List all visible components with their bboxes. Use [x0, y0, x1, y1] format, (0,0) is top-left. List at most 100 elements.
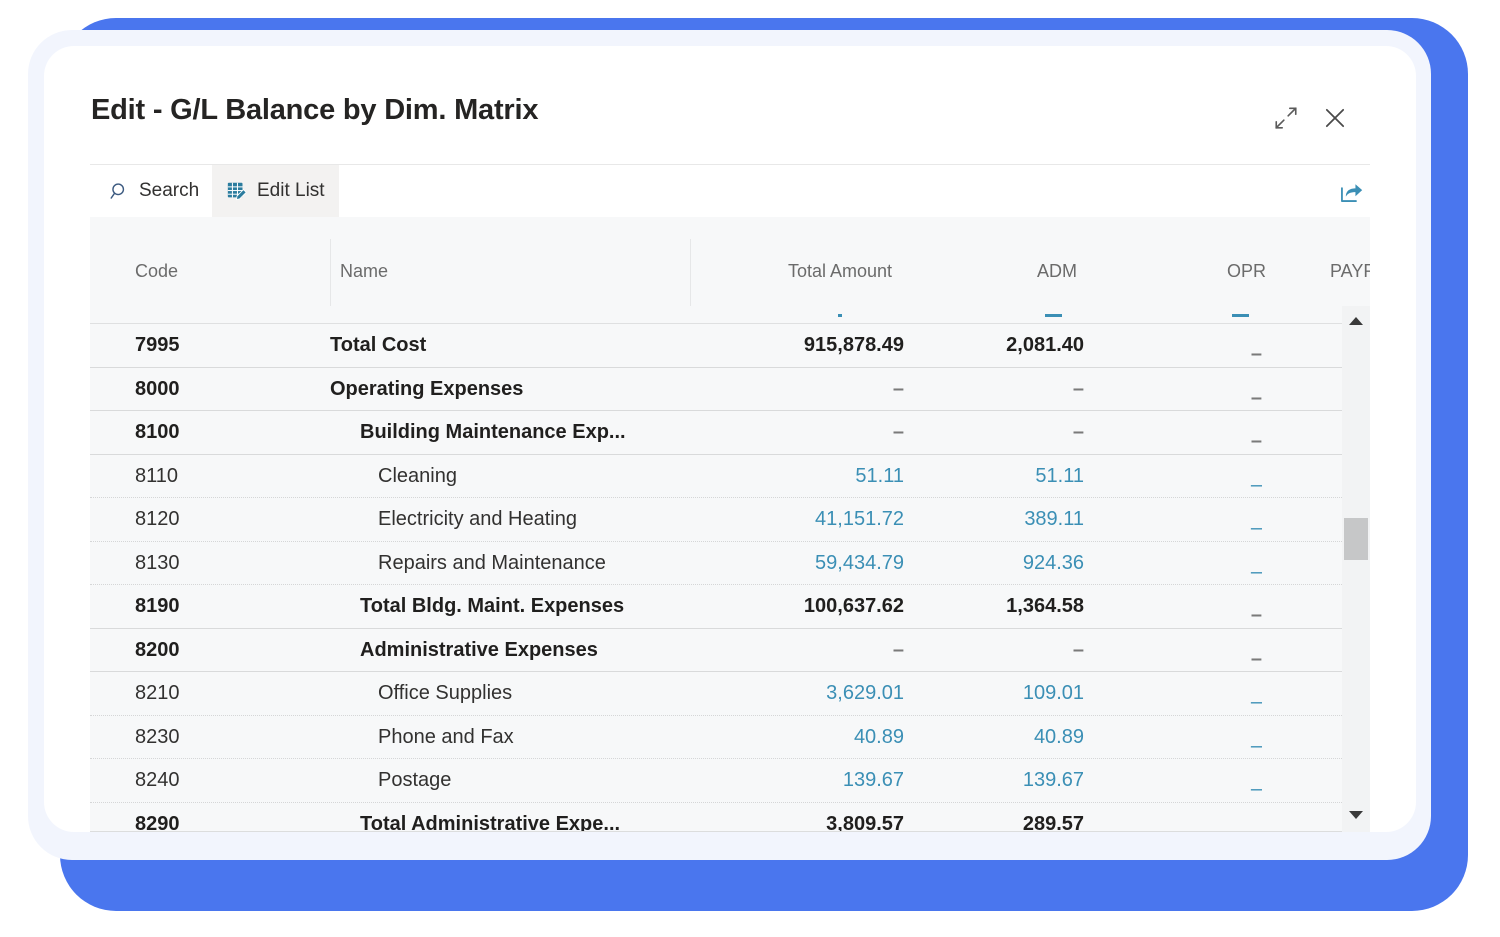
- cell-adm: 289.57: [1022, 812, 1084, 833]
- grid-header-divider: [90, 323, 1370, 324]
- cell-opr: –: [1250, 430, 1262, 452]
- table-row[interactable]: 8190 Total Bldg. Maint. Expenses 100,637.6…: [90, 585, 1370, 629]
- cell-adm: 2,081.40: [1006, 334, 1084, 356]
- grid-rows: 7995 Total Cost 915,878.49 2,081.40 – 8000 Ope…: [90, 324, 1370, 832]
- cell-opr[interactable]: –: [1092, 759, 1276, 802]
- cell-total[interactable]: 51.11: [690, 455, 912, 498]
- table-row[interactable]: 7995 Total Cost 915,878.49 2,081.40 –: [90, 324, 1370, 368]
- close-icon[interactable]: [1315, 98, 1355, 138]
- expand-diagonal-icon[interactable]: [1266, 98, 1306, 138]
- cell-total: 3,809.57: [826, 812, 904, 833]
- column-header-opr[interactable]: OPR: [1227, 261, 1266, 282]
- command-toolbar: Search Edit List: [90, 164, 1370, 218]
- cell-code: 8110: [135, 464, 179, 487]
- page-title: Edit - G/L Balance by Dim. Matrix: [91, 94, 539, 126]
- cell-opr[interactable]: –: [1092, 455, 1276, 498]
- edit-list-button[interactable]: Edit List: [212, 165, 339, 217]
- cell-name: Building Maintenance Exp...: [360, 421, 626, 443]
- column-separator: [330, 239, 331, 306]
- cell-name: Cleaning: [378, 464, 457, 487]
- cell-adm[interactable]: 924.36: [912, 542, 1092, 585]
- table-row[interactable]: 8200 Administrative Expenses – – –: [90, 628, 1370, 672]
- scroll-down-arrow-icon[interactable]: [1342, 804, 1370, 826]
- cell-total: –: [892, 421, 904, 443]
- cell-name: Postage: [378, 769, 452, 791]
- column-separator: [690, 239, 691, 306]
- cell-total[interactable]: 3,629.01: [690, 672, 912, 715]
- window-titlebar: Edit - G/L Balance by Dim. Matrix: [44, 46, 1416, 156]
- matrix-grid: Code Name Total Amount ADM OPR PAYROLL 7…: [90, 217, 1370, 832]
- cell-code: 8230: [135, 725, 180, 748]
- table-row[interactable]: 8000 Operating Expenses – – –: [90, 367, 1370, 411]
- cell-opr: –: [1250, 386, 1262, 409]
- edit-list-icon: [226, 180, 248, 202]
- table-row[interactable]: 8110 Cleaning 51.11 51.11–: [90, 454, 1370, 498]
- cell-adm[interactable]: 40.89: [912, 716, 1092, 759]
- table-row[interactable]: 8130 Repairs and Maintenance 59,434.79 924.…: [90, 541, 1370, 585]
- cell-opr: –: [1250, 647, 1262, 670]
- table-row[interactable]: 8240 Postage 139.67 139.67–: [90, 759, 1370, 803]
- cell-code: 7995: [135, 334, 180, 356]
- cell-name: Office Supplies: [378, 682, 513, 704]
- cell-code: 8000: [135, 377, 180, 400]
- cell-total: –: [892, 377, 904, 400]
- cell-name: Total Administrative Expe...: [360, 812, 621, 833]
- share-export-icon[interactable]: [1334, 174, 1368, 208]
- cell-total[interactable]: 40.89: [690, 716, 912, 759]
- cell-code: 8100: [135, 421, 180, 443]
- cell-opr[interactable]: –: [1092, 716, 1276, 759]
- table-row[interactable]: 8120 Electricity and Heating 41,151.72 389.…: [90, 498, 1370, 542]
- edit-list-label: Edit List: [257, 180, 325, 201]
- search-button[interactable]: Search: [94, 165, 213, 217]
- cell-total: 915,878.49: [803, 334, 904, 356]
- cell-name: Total Cost: [330, 334, 427, 356]
- cell-name: Phone and Fax: [378, 725, 514, 748]
- cell-adm: –: [1072, 421, 1084, 443]
- cell-opr[interactable]: –: [1092, 542, 1276, 585]
- column-header-name[interactable]: Name: [340, 261, 388, 282]
- cell-name: Total Bldg. Maint. Expenses: [360, 595, 625, 617]
- cell-adm[interactable]: 51.11: [912, 455, 1092, 498]
- cell-name: Electricity and Heating: [378, 508, 577, 530]
- scroll-up-arrow-icon[interactable]: [1342, 310, 1370, 332]
- screenshot-stage: Edit - G/L Balance by Dim. Matrix Search…: [0, 0, 1500, 937]
- cell-code: 8130: [135, 551, 180, 574]
- clipped-row-above: [90, 306, 1370, 324]
- column-header-adm[interactable]: ADM: [1037, 261, 1077, 282]
- cell-opr[interactable]: –: [1092, 498, 1276, 541]
- cell-adm: 1,364.58: [1006, 595, 1084, 617]
- cell-opr: –: [1250, 604, 1262, 626]
- column-header-payroll[interactable]: PAYROLL: [1330, 261, 1370, 282]
- cell-total[interactable]: 59,434.79: [690, 542, 912, 585]
- clipped-value-adm: [1045, 306, 1062, 317]
- cell-adm: –: [1072, 377, 1084, 400]
- cell-code: 8210: [135, 682, 180, 704]
- table-row[interactable]: 8100 Building Maintenance Exp... – – –: [90, 411, 1370, 455]
- edit-dialog-window: Edit - G/L Balance by Dim. Matrix Search…: [44, 46, 1416, 832]
- cell-code: 8290: [135, 812, 180, 833]
- column-header-code[interactable]: Code: [135, 261, 178, 282]
- table-row[interactable]: 8210 Office Supplies 3,629.01 109.01–: [90, 672, 1370, 716]
- cell-adm[interactable]: 389.11: [912, 498, 1092, 541]
- scroll-thumb[interactable]: [1344, 518, 1368, 560]
- cell-total[interactable]: 139.67: [690, 759, 912, 802]
- cell-opr: –: [1250, 343, 1262, 365]
- grid-header-row: Code Name Total Amount ADM OPR PAYROLL: [90, 217, 1370, 306]
- table-row[interactable]: 8230 Phone and Fax 40.89 40.89–: [90, 715, 1370, 759]
- cell-code: 8120: [135, 508, 180, 530]
- cell-total[interactable]: 41,151.72: [690, 498, 912, 541]
- vertical-scrollbar[interactable]: [1342, 306, 1370, 832]
- table-row[interactable]: 8290 Total Administrative Expe... 3,809.57…: [90, 802, 1370, 833]
- search-label: Search: [139, 180, 200, 201]
- column-header-total-amount[interactable]: Total Amount: [788, 261, 892, 282]
- cell-adm[interactable]: 109.01: [912, 672, 1092, 715]
- cell-opr[interactable]: –: [1092, 672, 1276, 715]
- clipped-value-opr: [1232, 306, 1249, 317]
- cell-name: Administrative Expenses: [360, 638, 598, 661]
- search-icon: [108, 180, 130, 202]
- cell-adm: –: [1072, 638, 1084, 661]
- cell-code: 8240: [135, 769, 180, 791]
- cell-total: –: [892, 638, 904, 661]
- cell-adm[interactable]: 139.67: [912, 759, 1092, 802]
- cell-name: Repairs and Maintenance: [378, 551, 606, 574]
